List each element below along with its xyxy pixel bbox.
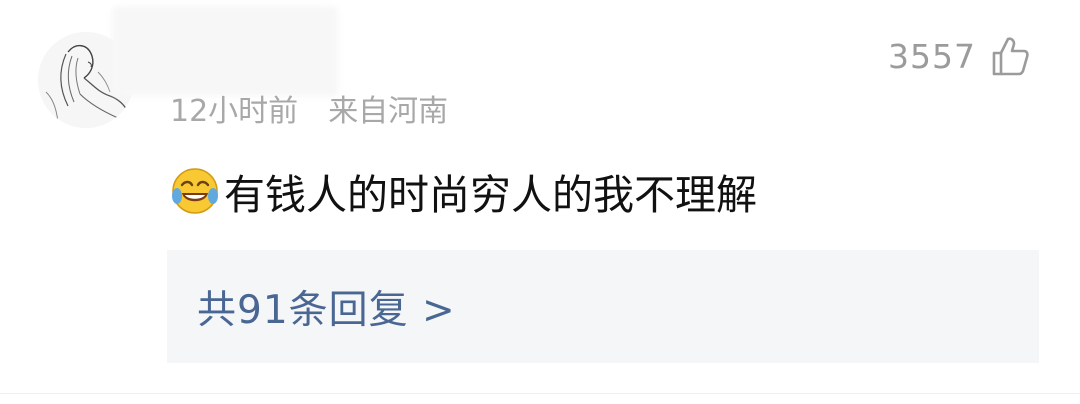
username-redacted bbox=[112, 6, 338, 96]
replies-panel[interactable]: 共91条回复 > bbox=[167, 250, 1039, 363]
comment-time: 12小时前 bbox=[170, 94, 299, 129]
view-replies-link[interactable]: 共91条回复 > bbox=[197, 279, 456, 335]
laughing-crying-emoji-icon bbox=[170, 166, 220, 216]
comment-meta: 12小时前 来自河南 bbox=[170, 86, 448, 130]
comment-text: 有钱人的时尚穷人的我不理解 bbox=[224, 171, 757, 219]
thumbs-up-icon[interactable] bbox=[990, 35, 1030, 77]
comment-card: 12小时前 来自河南 3557 有钱人的时尚穷人的我不理解 共91条回复 > bbox=[0, 0, 1080, 404]
divider bbox=[0, 393, 1080, 394]
like-count: 3557 bbox=[888, 36, 976, 76]
comment-body: 有钱人的时尚穷人的我不理解 bbox=[170, 160, 757, 222]
comment-location: 来自河南 bbox=[328, 94, 449, 129]
like-group[interactable]: 3557 bbox=[888, 30, 1030, 82]
